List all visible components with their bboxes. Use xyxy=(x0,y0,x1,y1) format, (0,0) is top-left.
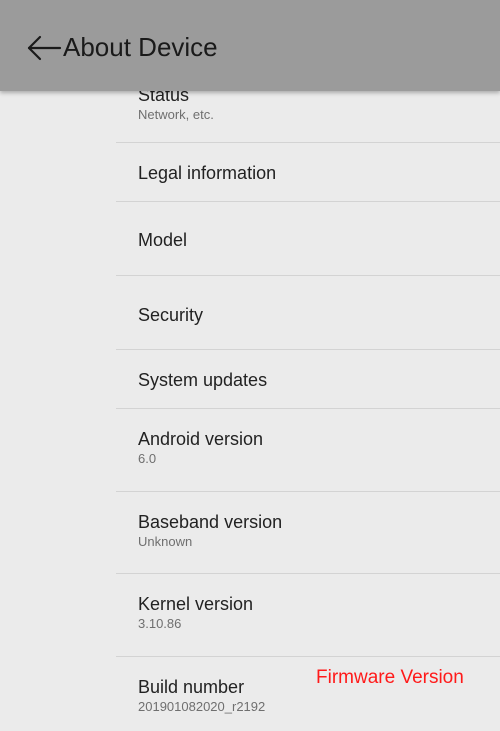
list-item-android-version[interactable]: Android version 6.0 xyxy=(116,428,500,467)
settings-screen: About Device Status Network, etc. Legal … xyxy=(0,0,500,731)
item-label: Legal information xyxy=(138,163,277,183)
divider xyxy=(116,349,500,350)
item-label: Android version xyxy=(138,429,264,449)
divider xyxy=(116,142,500,143)
arrow-left-icon xyxy=(27,35,62,61)
item-value: Unknown xyxy=(138,534,193,549)
list-item-legal-information[interactable]: Legal information xyxy=(116,162,500,184)
divider xyxy=(116,491,500,492)
item-value: 6.0 xyxy=(138,451,157,466)
divider xyxy=(116,201,500,202)
item-value: Network, etc. xyxy=(138,107,214,122)
item-label: Baseband version xyxy=(138,512,283,532)
item-value: 3.10.86 xyxy=(138,616,182,631)
divider xyxy=(116,656,500,657)
divider xyxy=(116,408,500,409)
divider xyxy=(116,573,500,574)
list-item-security[interactable]: Security xyxy=(116,304,500,326)
item-label: Model xyxy=(138,230,188,250)
item-label: Kernel version xyxy=(138,594,254,614)
app-bar: About Device xyxy=(0,0,500,91)
list-item-kernel-version[interactable]: Kernel version 3.10.86 xyxy=(116,593,500,632)
list-item-baseband-version[interactable]: Baseband version Unknown xyxy=(116,511,500,550)
list-item-system-updates[interactable]: System updates xyxy=(116,369,500,391)
list-item-model[interactable]: Model xyxy=(116,229,500,251)
item-label: Security xyxy=(138,305,204,325)
settings-list: Status Network, etc. Legal information M… xyxy=(0,0,500,731)
item-label: System updates xyxy=(138,370,268,390)
item-value: 201901082020_r2192 xyxy=(138,699,266,714)
page-title: About Device xyxy=(63,32,218,62)
firmware-version-annotation: Firmware Version xyxy=(316,667,464,688)
back-button[interactable] xyxy=(26,30,66,66)
divider xyxy=(116,275,500,276)
